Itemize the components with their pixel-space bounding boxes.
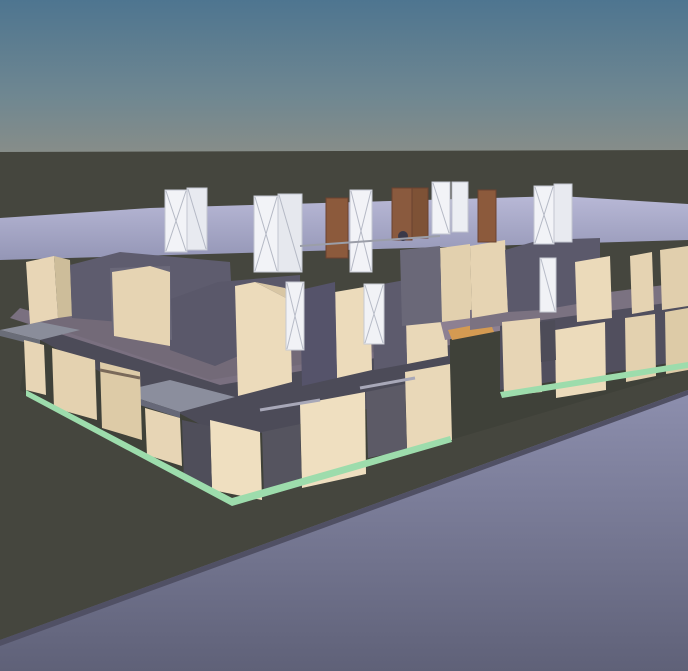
- upper-wall: [630, 252, 654, 314]
- wood-door: [477, 189, 497, 243]
- glass-panel: [553, 183, 573, 243]
- wall-pier: [405, 364, 452, 450]
- upper-wall: [470, 240, 508, 318]
- model-render: [0, 0, 688, 671]
- wall-pier: [210, 420, 262, 500]
- 3d-viewport[interactable]: [0, 0, 688, 671]
- sky: [0, 0, 688, 160]
- slate-wall: [300, 282, 337, 386]
- right-pier: [502, 318, 542, 396]
- window-opening: [540, 320, 556, 362]
- wood-door: [325, 197, 349, 259]
- upper-wall-left-end: [26, 256, 58, 324]
- upper-wall: [235, 282, 292, 396]
- connector-wall: [440, 244, 472, 322]
- wood-door: [411, 187, 429, 239]
- connector-wall: [400, 246, 442, 326]
- upper-wall: [112, 266, 170, 346]
- wall-pier: [24, 340, 46, 395]
- glass-panel: [451, 181, 469, 233]
- upper-wall: [575, 256, 612, 322]
- upper-wall: [660, 246, 688, 310]
- window-opening: [366, 384, 407, 458]
